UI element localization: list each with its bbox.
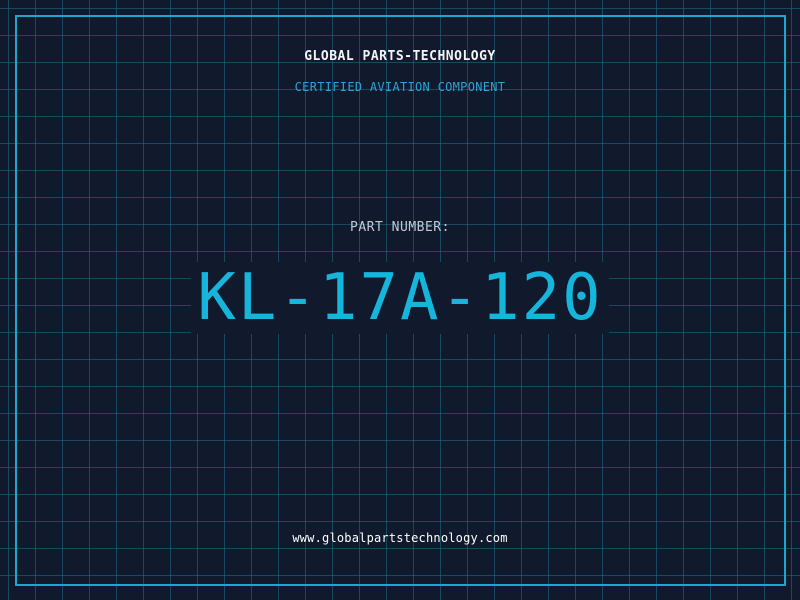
part-card: GLOBAL PARTS-TECHNOLOGY CERTIFIED AVIATI…: [0, 0, 800, 600]
tagline: CERTIFIED AVIATION COMPONENT: [294, 80, 506, 94]
brand-name: GLOBAL PARTS-TECHNOLOGY: [304, 49, 496, 64]
website-url: www.globalpartstechnology.com: [292, 531, 508, 545]
part-number: KL-17A-120: [191, 262, 609, 334]
part-number-container: KL-17A-120: [0, 262, 800, 334]
part-number-label: PART NUMBER:: [350, 220, 450, 235]
